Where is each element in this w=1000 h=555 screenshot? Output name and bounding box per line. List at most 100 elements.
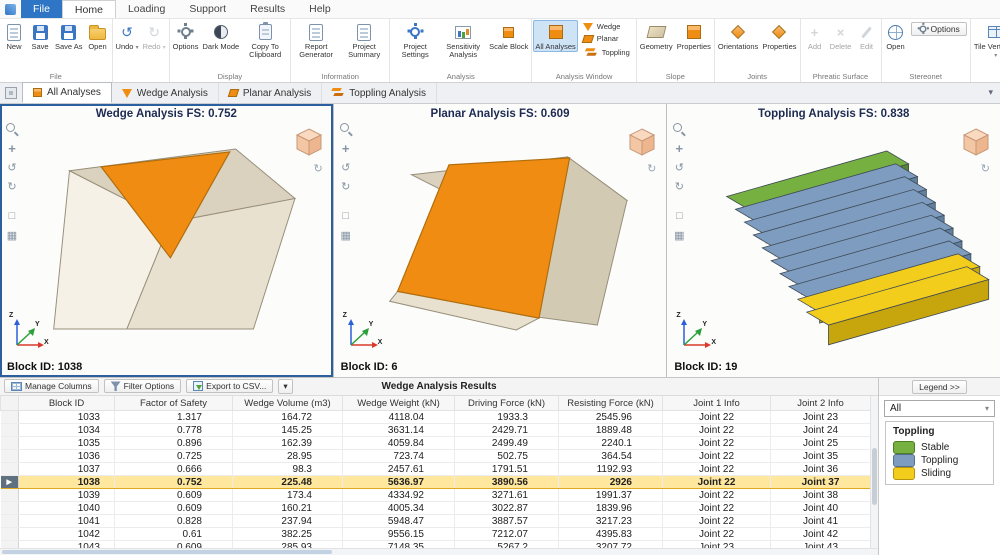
vertical-scrollbar[interactable] [870, 396, 878, 548]
table-row[interactable]: 10360.72528.95723.74502.75364.54Joint 22… [1, 450, 871, 463]
viewport-planar[interactable]: Planar Analysis FS: 0.609 + ↺ ↻ □ ▦ ↻ [334, 104, 668, 377]
menu-tab-file[interactable]: File [21, 0, 62, 18]
wedge-window-button[interactable]: Wedge [580, 21, 633, 32]
menu-tab-results[interactable]: Results [238, 0, 297, 18]
scrollbar-thumb[interactable] [2, 550, 332, 554]
planar-3d-scene[interactable] [360, 126, 657, 349]
sensitivity-analysis-button[interactable]: Sensitivity Analysis [439, 20, 487, 60]
slope-geometry-button[interactable]: Geometry [638, 20, 675, 51]
column-header-block-id[interactable]: Block ID [19, 396, 115, 411]
joint-properties-button[interactable]: Properties [760, 20, 798, 51]
joint-orientations-button[interactable]: Orientations [716, 20, 760, 51]
table-row[interactable]: 10400.609160.214005.343022.871839.96Join… [1, 502, 871, 515]
zoom-extents-icon[interactable]: ▦ [672, 228, 686, 242]
zoom-icon[interactable] [339, 122, 353, 136]
rotate-ccw-icon[interactable]: ↺ [339, 160, 353, 174]
row-selector-cell[interactable] [1, 450, 19, 463]
column-header-driving-force-kn-[interactable]: Driving Force (kN) [455, 396, 559, 411]
tab-all-analyses[interactable]: All Analyses [22, 82, 112, 103]
column-header-wedge-volume-m3-[interactable]: Wedge Volume (m3) [233, 396, 343, 411]
scrollbar-thumb[interactable] [872, 448, 877, 506]
toppling-3d-scene[interactable] [693, 126, 990, 349]
report-generator-button[interactable]: Report Generator [292, 20, 340, 60]
row-selector-cell[interactable] [1, 528, 19, 541]
pan-icon[interactable]: + [672, 141, 686, 155]
stereonet-open-button[interactable]: Open [883, 20, 909, 51]
view-rotate-icon[interactable]: ↻ [647, 162, 656, 175]
row-selector-cell[interactable] [1, 437, 19, 450]
row-selector-cell[interactable] [1, 424, 19, 437]
row-selector-cell[interactable]: ▶ [1, 476, 19, 489]
export-csv-dropdown[interactable]: ▾ [278, 379, 292, 394]
view-rotate-icon[interactable]: ↻ [981, 162, 990, 175]
wedge-3d-scene[interactable] [26, 126, 323, 349]
column-header-factor-of-safety[interactable]: Factor of Safety [115, 396, 233, 411]
menu-tab-help[interactable]: Help [297, 0, 343, 18]
filter-options-button[interactable]: Filter Options [104, 379, 182, 393]
rotate-ccw-icon[interactable]: ↺ [672, 160, 686, 174]
column-header-joint-1-info[interactable]: Joint 1 Info [663, 396, 771, 411]
tab-overflow-chevron[interactable]: ▾ [988, 87, 993, 98]
copy-to-clipboard-button[interactable]: Copy To Clipboard [241, 20, 289, 60]
legend-toggle-button[interactable]: Legend >> [912, 380, 967, 394]
view-cube[interactable] [960, 126, 992, 163]
zoom-extents-icon[interactable]: ▦ [339, 228, 353, 242]
options-button[interactable]: Options [171, 20, 201, 51]
pan-icon[interactable]: + [5, 141, 19, 155]
viewport-toppling[interactable]: Toppling Analysis FS: 0.838 + ↺ ↻ □ ▦ ↻ … [667, 104, 1000, 377]
view-cube[interactable] [293, 126, 325, 163]
column-header-wedge-weight-kn-[interactable]: Wedge Weight (kN) [343, 396, 455, 411]
legend-filter-dropdown[interactable]: All ▾ [884, 400, 995, 417]
rotate-ccw-icon[interactable]: ↺ [5, 160, 19, 174]
row-selector-cell[interactable] [1, 463, 19, 476]
dark-mode-button[interactable]: Dark Mode [200, 20, 241, 51]
row-selector-cell[interactable] [1, 411, 19, 424]
table-row[interactable]: 10410.828237.945948.473887.573217.23Join… [1, 515, 871, 528]
row-selector-cell[interactable] [1, 502, 19, 515]
project-summary-button[interactable]: Project Summary [340, 20, 388, 60]
table-row[interactable]: 10370.66698.32457.611791.511192.93Joint … [1, 463, 871, 476]
tab-toppling-analysis[interactable]: Toppling Analysis [322, 83, 437, 103]
menu-tab-support[interactable]: Support [177, 0, 238, 18]
menu-tab-home[interactable]: Home [62, 0, 116, 18]
row-selector-cell[interactable] [1, 515, 19, 528]
zoom-icon[interactable] [5, 122, 19, 136]
zoom-extents-icon[interactable]: ▦ [5, 228, 19, 242]
table-row[interactable]: 10331.317164.724118.041933.32545.96Joint… [1, 411, 871, 424]
table-row[interactable]: ▶10380.752225.485636.973890.562926Joint … [1, 476, 871, 489]
rotate-cw-icon[interactable]: ↻ [5, 179, 19, 193]
project-settings-button[interactable]: Project Settings [391, 20, 439, 60]
manage-columns-button[interactable]: Manage Columns [4, 379, 99, 393]
view-rotate-icon[interactable]: ↻ [313, 162, 322, 175]
slope-properties-button[interactable]: Properties [675, 20, 713, 51]
stereonet-options-button[interactable]: Options [911, 22, 967, 36]
rotate-cw-icon[interactable]: ↻ [672, 179, 686, 193]
tile-vertically-button[interactable]: Tile Vertically ▾ [972, 20, 1000, 60]
save-button[interactable]: Save [27, 20, 53, 51]
zoom-window-icon[interactable]: □ [5, 209, 19, 223]
horizontal-scrollbar[interactable] [0, 548, 878, 555]
pan-icon[interactable]: + [339, 141, 353, 155]
table-row[interactable]: 10420.61382.259556.157212.074395.83Joint… [1, 528, 871, 541]
save-as-button[interactable]: Save As [53, 20, 85, 51]
column-header-resisting-force-kn-[interactable]: Resisting Force (kN) [559, 396, 663, 411]
viewport-wedge[interactable]: Wedge Analysis FS: 0.752 + ↺ ↻ □ ▦ ↻ [0, 104, 334, 377]
toppling-window-button[interactable]: Toppling [580, 45, 633, 59]
zoom-window-icon[interactable]: □ [339, 209, 353, 223]
zoom-window-icon[interactable]: □ [672, 209, 686, 223]
planar-window-button[interactable]: Planar [580, 33, 633, 44]
row-selector-cell[interactable] [1, 541, 19, 548]
tab-planar-analysis[interactable]: Planar Analysis [219, 83, 322, 103]
view-cube[interactable] [626, 126, 658, 163]
column-header-joint-2-info[interactable]: Joint 2 Info [771, 396, 871, 411]
table-row[interactable]: 10390.609173.44334.923271.611991.37Joint… [1, 489, 871, 502]
open-button[interactable]: Open [85, 20, 111, 51]
table-scroll-region[interactable]: Block IDFactor of SafetyWedge Volume (m3… [0, 396, 878, 548]
new-button[interactable]: New [1, 20, 27, 51]
tab-strip-icon[interactable] [5, 87, 17, 99]
row-selector-cell[interactable] [1, 489, 19, 502]
table-row[interactable]: 10340.778145.253631.142429.711889.48Join… [1, 424, 871, 437]
table-row[interactable]: 10430.609285.937148.355267.23207.72Joint… [1, 541, 871, 548]
undo-button[interactable]: ↺Undo ▾ [114, 20, 141, 52]
table-row[interactable]: 10350.896162.394059.842499.492240.1Joint… [1, 437, 871, 450]
